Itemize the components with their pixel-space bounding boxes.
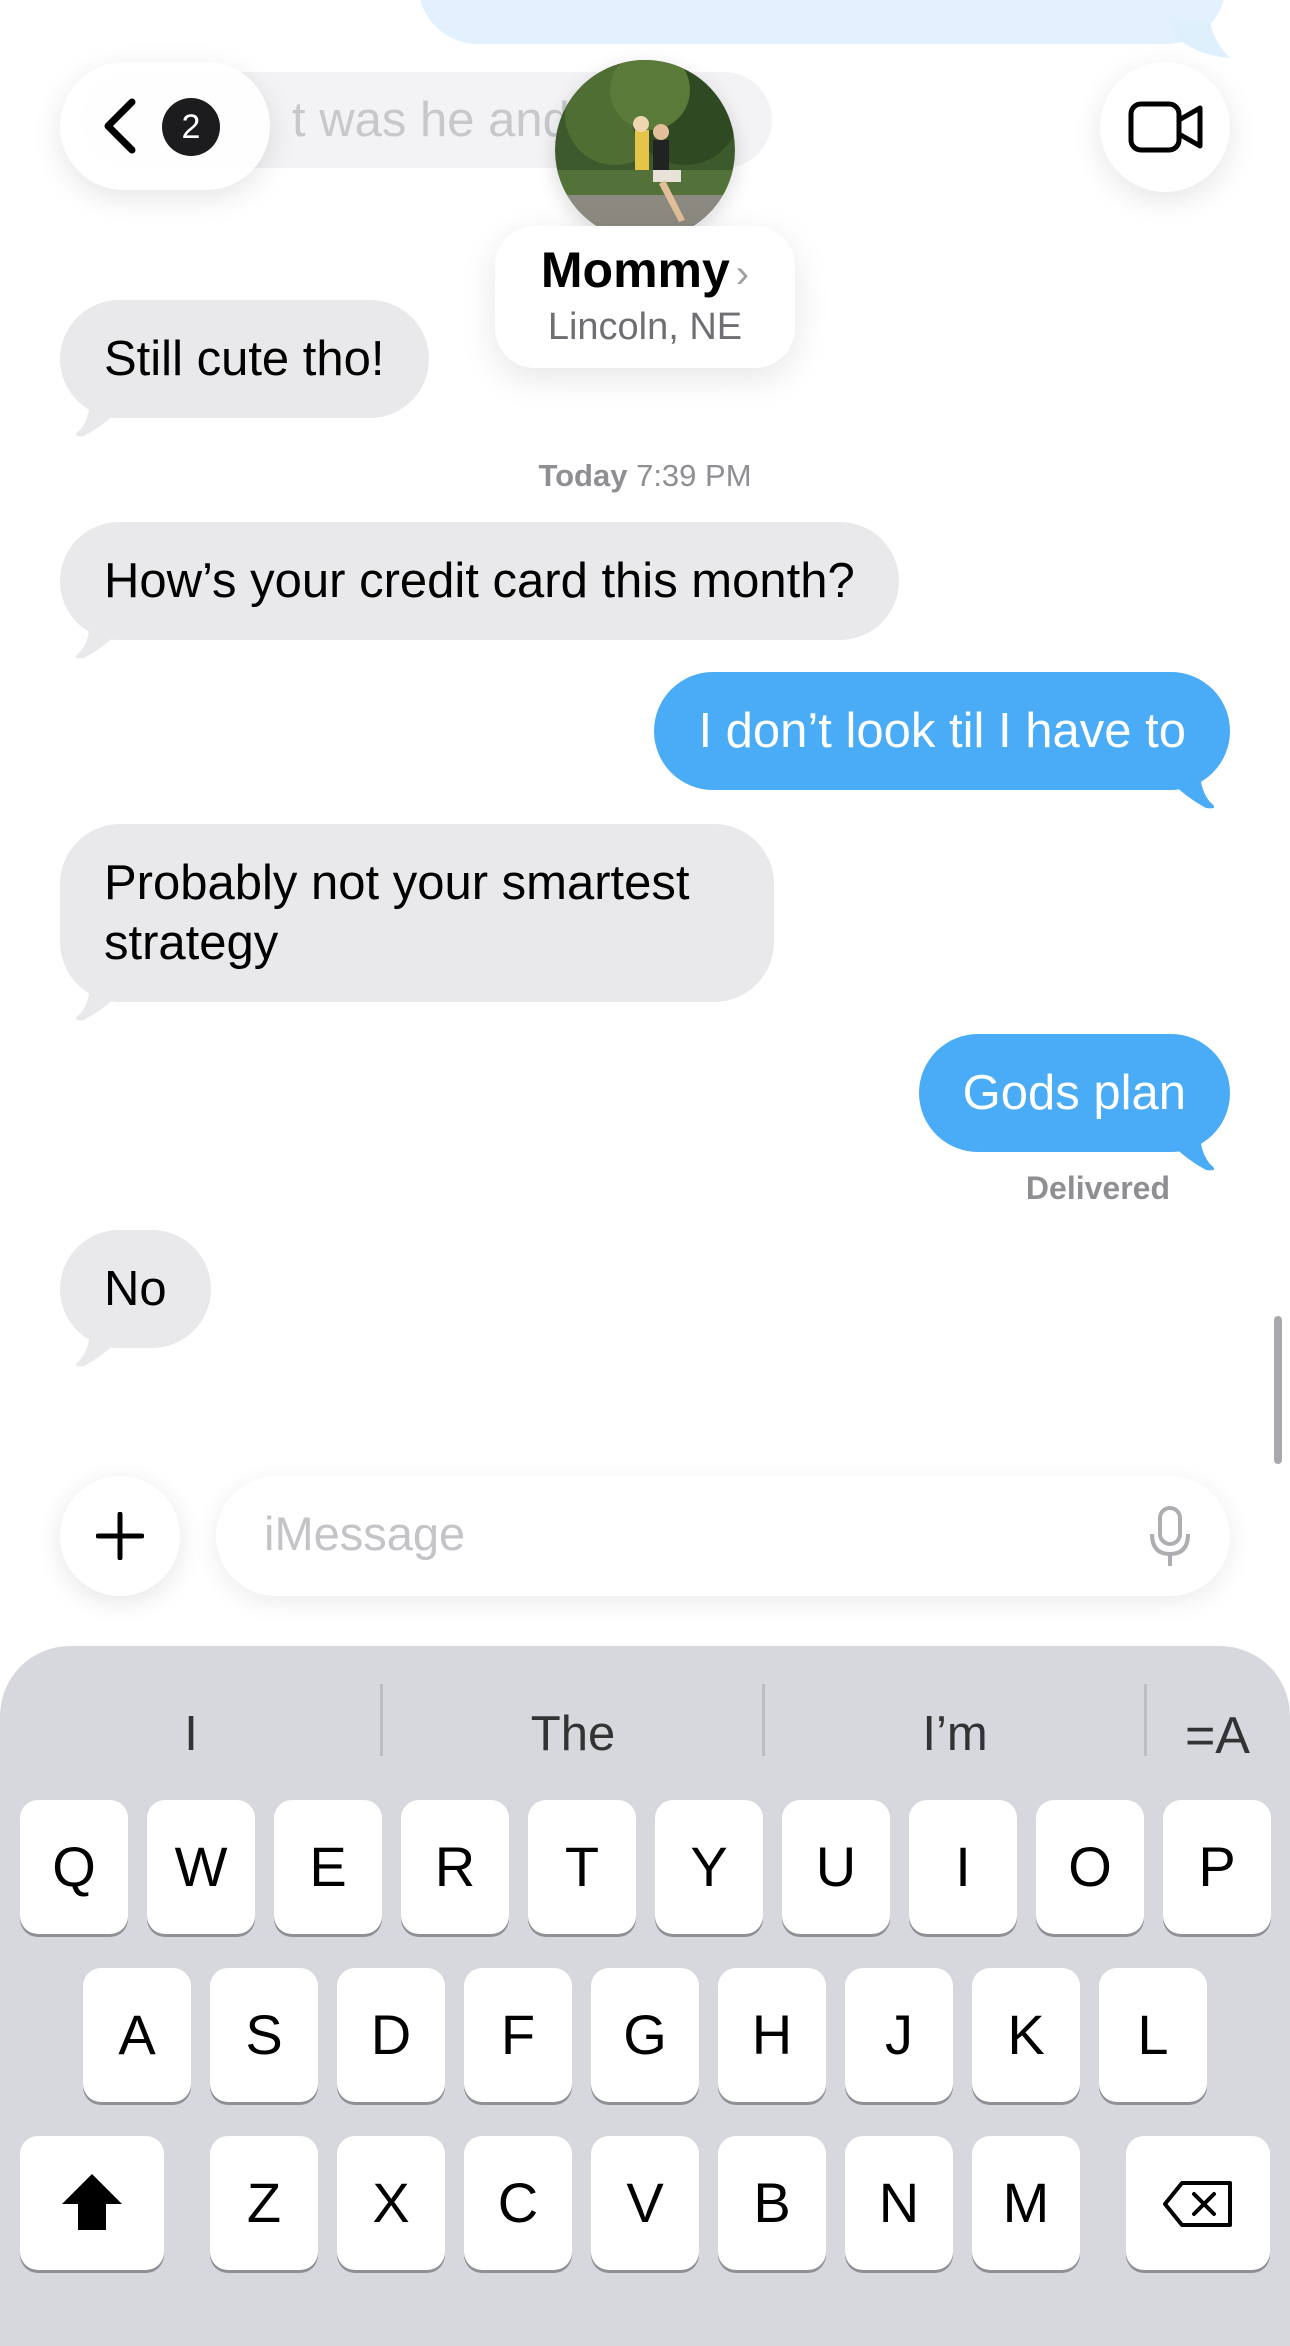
delete-key[interactable] [1126, 2136, 1270, 2270]
key-j[interactable]: J [845, 1968, 953, 2102]
shift-key[interactable] [20, 2136, 164, 2270]
key-a[interactable]: A [83, 1968, 191, 2102]
key-e[interactable]: E [274, 1800, 382, 1934]
suggestion-2[interactable]: The [382, 1706, 764, 1762]
contact-avatar[interactable] [555, 60, 735, 240]
message-input-placeholder: iMessage [264, 1507, 466, 1560]
bubble-tail [1160, 1132, 1215, 1171]
key-f[interactable]: F [464, 1968, 572, 2102]
key-z[interactable]: Z [210, 2136, 318, 2270]
contact-location: Lincoln, NE [547, 306, 743, 348]
plus-icon [96, 1512, 144, 1560]
key-l[interactable]: L [1099, 1968, 1207, 2102]
microphone-icon[interactable] [1148, 1506, 1192, 1568]
avatar-photo [555, 60, 735, 240]
suggestion-divider [1144, 1684, 1147, 1756]
message-input[interactable]: iMessage [216, 1476, 1230, 1596]
key-x[interactable]: X [337, 2136, 445, 2270]
key-p[interactable]: P [1163, 1800, 1271, 1934]
add-attachment-button[interactable] [60, 1476, 180, 1596]
chevron-right-icon: › [735, 252, 750, 296]
message-bubble-outgoing[interactable]: I don’t look til I have to [654, 672, 1230, 790]
back-button[interactable]: 2 [60, 62, 270, 190]
suggestion-3[interactable]: I’m [764, 1706, 1146, 1762]
key-i[interactable]: I [909, 1800, 1017, 1934]
suggestion-1[interactable]: I [0, 1706, 382, 1762]
delivered-status: Delivered [1025, 1170, 1170, 1206]
facetime-video-button[interactable] [1100, 62, 1230, 192]
text-format-icon[interactable]: =A [1185, 1706, 1250, 1766]
key-c[interactable]: C [464, 2136, 572, 2270]
video-camera-icon [1128, 101, 1203, 153]
key-m[interactable]: M [972, 2136, 1080, 2270]
keyboard: I The I’m =A Q W E R T Y U I O P A S D F… [0, 1646, 1290, 2346]
scrollbar[interactable] [1274, 1316, 1282, 1464]
key-r[interactable]: R [401, 1800, 509, 1934]
key-o[interactable]: O [1036, 1800, 1144, 1934]
bubble-tail [75, 982, 130, 1021]
message-bubble-incoming[interactable]: Probably not your smartest strategy [60, 824, 774, 1002]
key-s[interactable]: S [210, 1968, 318, 2102]
backspace-icon [1163, 2181, 1232, 2227]
key-t[interactable]: T [528, 1800, 636, 1934]
chevron-left-icon [104, 98, 136, 154]
contact-header[interactable]: Mommy › Lincoln, NE [495, 226, 795, 368]
key-n[interactable]: N [845, 2136, 953, 2270]
key-b[interactable]: B [718, 2136, 826, 2270]
bubble-tail [75, 620, 130, 659]
bubble-tail [75, 1328, 130, 1367]
message-bubble-incoming[interactable]: How’s your credit card this month? [60, 522, 899, 640]
key-u[interactable]: U [782, 1800, 890, 1934]
shift-arrow-icon [62, 2174, 122, 2230]
key-q[interactable]: Q [20, 1800, 128, 1934]
key-h[interactable]: H [718, 1968, 826, 2102]
key-g[interactable]: G [591, 1968, 699, 2102]
key-w[interactable]: W [147, 1800, 255, 1934]
unread-count-badge: 2 [162, 98, 220, 156]
key-v[interactable]: V [591, 2136, 699, 2270]
faded-outgoing-bubble [418, 0, 1226, 44]
faded-outgoing-tail [1170, 22, 1230, 58]
bubble-tail [75, 398, 130, 437]
key-d[interactable]: D [337, 1968, 445, 2102]
key-k[interactable]: K [972, 1968, 1080, 2102]
message-timestamp: Today 7:39 PM [538, 458, 752, 493]
contact-name: Mommy › [540, 242, 750, 298]
key-y[interactable]: Y [655, 1800, 763, 1934]
bubble-tail [1160, 770, 1215, 809]
